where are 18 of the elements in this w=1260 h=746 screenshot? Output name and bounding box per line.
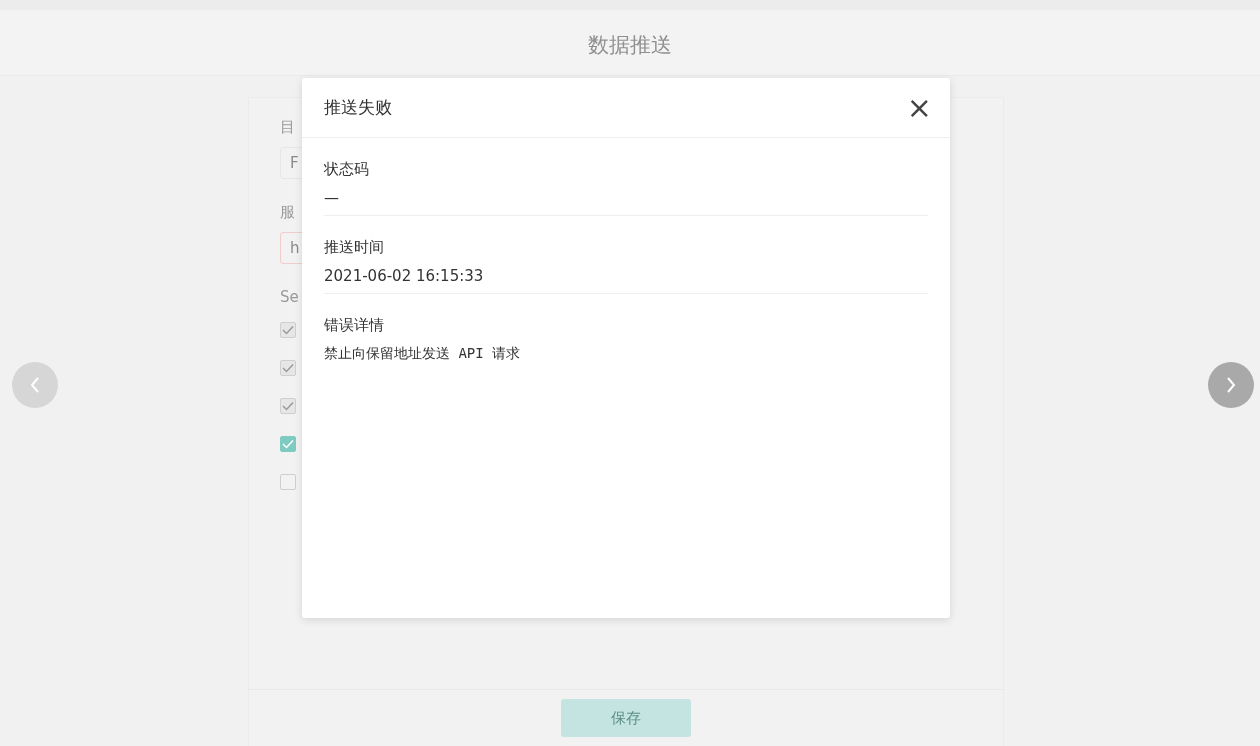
close-button[interactable]: × [902, 92, 936, 123]
detail-value: — [324, 189, 339, 207]
dialog-title: 推送失败 [324, 96, 392, 119]
detail-value: 禁止向保留地址发送 API 请求 [324, 345, 521, 363]
field-label: 服 [280, 203, 295, 222]
checkbox[interactable] [280, 474, 296, 490]
chevron-right-icon [1224, 375, 1238, 395]
page-title: 数据推送 [588, 31, 672, 59]
detail-value: 2021-06-02 16:15:33 [324, 267, 484, 285]
detail-label: 状态码 [324, 160, 369, 179]
field-label: 目 [280, 118, 295, 137]
detail-label: 推送时间 [324, 238, 384, 257]
section-label: Se [280, 288, 299, 306]
previous-button[interactable] [12, 362, 58, 408]
chevron-left-icon [28, 375, 42, 395]
next-button[interactable] [1208, 362, 1254, 408]
checkbox[interactable] [280, 436, 296, 452]
detail-label: 错误详情 [324, 316, 384, 335]
